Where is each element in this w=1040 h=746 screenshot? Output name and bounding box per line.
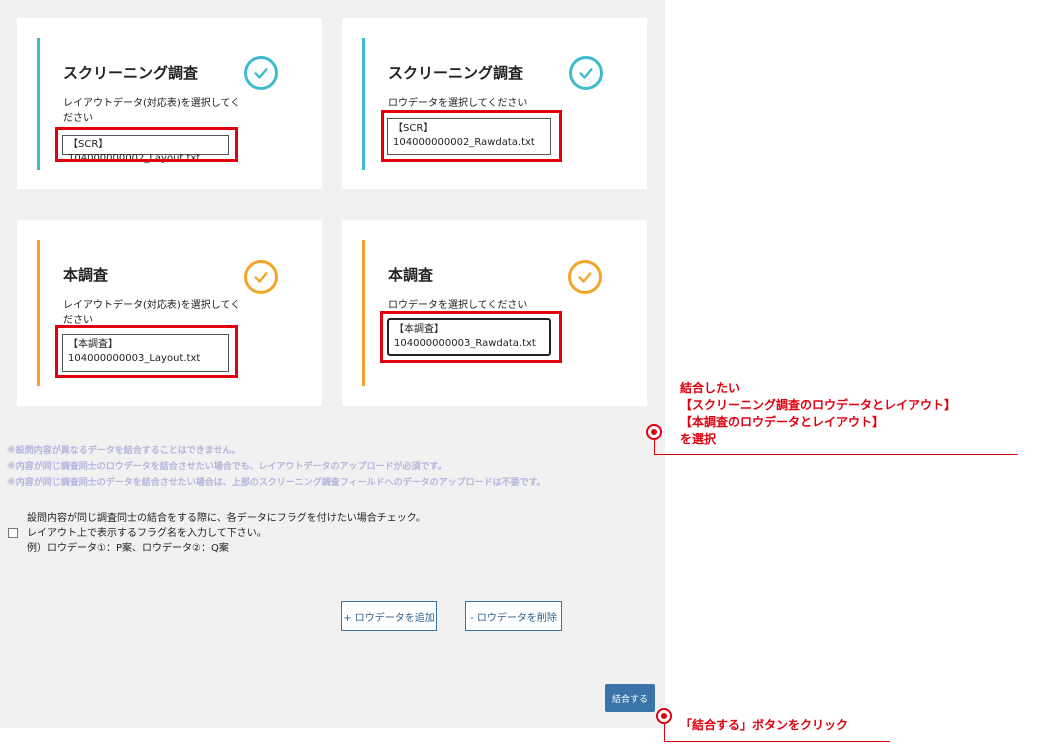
annotation-leader-line [664,724,665,741]
annotation-leader-line [654,454,1018,455]
flag-text-line: レイアウト上で表示するフラグ名を入力して下さい。 [27,528,267,539]
card-screening-layout: スクリーニング調査 レイアウトデータ(対応表)を選択してください 【SCR】10… [17,18,322,189]
card-main-layout: 本調査 レイアウトデータ(対応表)を選択してください 【本調査】 1040000… [17,220,322,406]
remove-rawdata-button[interactable]: - ロウデータを削除 [465,601,562,631]
card-title: スクリーニング調査 [388,64,524,82]
annotation-click: 「結合する」ボタンをクリック [680,718,849,732]
card-title: 本調査 [388,266,434,284]
annotation-line: 結合したい [680,381,741,395]
merge-button[interactable]: 結合する [605,684,655,712]
card-screening-rawdata: スクリーニング調査 ロウデータを選択してください 【SCR】 104000000… [342,18,647,189]
highlight-box [55,127,238,162]
check-circle-icon [244,260,278,294]
accent-bar [37,38,40,170]
flag-text-line: 設問内容が同じ調査同士の結合をする際に、各データにフラグを付けたい場合チェック。 [27,513,426,524]
highlight-box [380,311,562,363]
annotation-select: 結合したい 【スクリーニング調査のロウデータとレイアウト】 【本調査のロウデータ… [680,380,956,448]
highlight-box [381,110,562,162]
annotation-leader-line [664,741,890,742]
upload-panel: スクリーニング調査 レイアウトデータ(対応表)を選択してください 【SCR】10… [0,0,665,728]
check-circle-icon [568,260,602,294]
card-description: レイアウトデータ(対応表)を選択してください [63,300,241,326]
flag-text-line: 例）ロウデータ①：P案、ロウデータ②：Q案 [27,543,229,554]
note-line: ※設問内容が異なるデータを結合することはできません。 [7,446,241,456]
accent-bar [362,240,365,386]
accent-bar [37,240,40,386]
annotation-line: を選択 [680,432,717,446]
annotation-line: 【本調査のロウデータとレイアウト】 [680,415,885,429]
check-circle-icon [569,56,603,90]
card-title: 本調査 [63,266,109,284]
annotation-target-icon [656,708,672,724]
notes: ※設問内容が異なるデータを結合することはできません。 ※内容が同じ調査同士のロウ… [7,443,546,491]
flag-checkbox[interactable] [8,528,18,538]
card-description: レイアウトデータ(対応表)を選択してください [63,98,241,124]
annotation-line: 【スクリーニング調査のロウデータとレイアウト】 [680,398,957,412]
card-description: ロウデータを選択してください [388,98,528,109]
highlight-box [55,325,238,378]
card-title: スクリーニング調査 [63,64,199,82]
note-line: ※内容が同じ調査同士のデータを結合させたい場合は、上部のスクリーニング調査フィー… [7,478,546,488]
flag-description: 設問内容が同じ調査同士の結合をする際に、各データにフラグを付けたい場合チェック。… [27,511,447,556]
add-rawdata-button[interactable]: + ロウデータを追加 [341,601,437,631]
accent-bar [362,38,365,170]
note-line: ※内容が同じ調査同士のロウデータを結合させたい場合でも、レイアウトデータのアップ… [7,462,447,472]
annotation-leader-line [654,440,655,454]
check-circle-icon [244,56,278,90]
annotation-target-icon [646,424,662,440]
